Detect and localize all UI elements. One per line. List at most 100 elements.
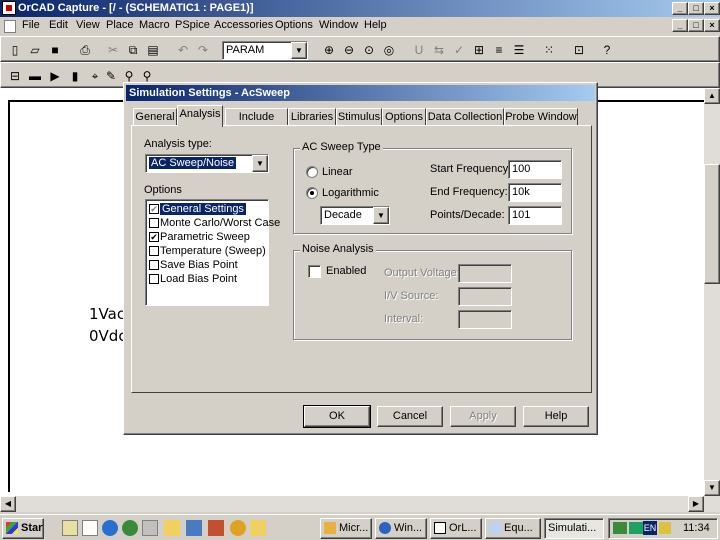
tab-libraries[interactable]: Libraries — [288, 108, 336, 126]
open-icon[interactable]: ▱ — [25, 40, 45, 60]
analysis-type-select[interactable]: AC Sweep/Noise ▼ — [145, 154, 269, 173]
tray-volume-icon[interactable] — [659, 522, 671, 534]
options-list[interactable]: ✔ General Settings Monte Carlo/Worst Cas… — [145, 199, 280, 306]
chevron-down-icon[interactable]: ▼ — [291, 42, 307, 59]
new-icon[interactable]: ▯ — [5, 40, 25, 60]
quick-launch-ie-icon[interactable] — [102, 520, 118, 536]
tab-general[interactable]: General — [133, 108, 177, 126]
scroll-up-icon[interactable]: ▲ — [704, 88, 720, 104]
back-annotate-icon[interactable]: ⇆ — [429, 40, 449, 60]
quick-launch-media-icon[interactable] — [122, 520, 138, 536]
save-icon[interactable]: ■ — [45, 40, 65, 60]
option-save-bias-point[interactable]: Save Bias Point — [148, 258, 238, 272]
scroll-right-icon[interactable]: ▶ — [688, 496, 704, 512]
output-voltage-input[interactable] — [458, 264, 512, 283]
option-monte-carlo[interactable]: Monte Carlo/Worst Case — [148, 216, 280, 230]
zoom-area-icon[interactable]: ⊙ — [359, 40, 379, 60]
menu-edit[interactable]: Edit — [49, 19, 68, 31]
noise-enabled-label[interactable]: Enabled — [326, 265, 366, 277]
zoom-all-icon[interactable]: ◎ — [379, 40, 399, 60]
run-icon[interactable]: ▶ — [45, 66, 65, 86]
close-button[interactable]: × — [704, 2, 720, 15]
cut-icon[interactable]: ✂ — [103, 40, 123, 60]
ok-button[interactable]: OK — [303, 405, 371, 428]
checkbox-empty-icon[interactable] — [149, 218, 159, 228]
task-windows[interactable]: Win... — [375, 518, 427, 539]
tray-network-icon[interactable] — [613, 522, 627, 534]
help-button[interactable]: Help — [523, 406, 589, 427]
source-ac-value[interactable]: 1Vac — [89, 305, 125, 323]
menu-view[interactable]: View — [76, 19, 100, 31]
linear-label[interactable]: Linear — [322, 166, 353, 178]
netlist-icon[interactable]: ⊞ — [469, 40, 489, 60]
bom-icon[interactable]: ☰ — [509, 40, 529, 60]
option-parametric-sweep[interactable]: ✔ Parametric Sweep — [148, 230, 250, 244]
source-dc-value[interactable]: 0Vdc — [89, 327, 127, 345]
end-frequency-input[interactable]: 10k — [508, 183, 562, 202]
document-icon[interactable] — [4, 20, 16, 33]
log-type-select[interactable]: Decade ▼ — [320, 206, 390, 225]
vertical-scroll-thumb[interactable] — [704, 164, 720, 284]
tray-app-icon[interactable] — [629, 522, 643, 534]
edit-simulation-icon[interactable]: ▬ — [25, 66, 45, 86]
checkbox-empty-icon[interactable] — [149, 274, 159, 284]
annotate-icon[interactable]: U — [409, 40, 429, 60]
snap-grid-icon[interactable]: ⁙ — [539, 40, 559, 60]
copy-icon[interactable]: ⧉ — [123, 40, 143, 60]
task-simulation-settings[interactable]: Simulati... — [544, 518, 604, 539]
voltage-marker-icon[interactable]: ✎ — [101, 66, 121, 86]
menu-file[interactable]: File — [22, 19, 40, 31]
app-title-bar[interactable]: OrCAD Capture - [/ - (SCHEMATIC1 : PAGE1… — [0, 0, 720, 17]
tab-probe-window[interactable]: Probe Window — [504, 108, 578, 126]
start-frequency-input[interactable]: 100 — [508, 160, 562, 179]
tab-stimulus[interactable]: Stimulus — [336, 108, 382, 126]
paste-icon[interactable]: ▤ — [143, 40, 163, 60]
print-icon[interactable]: ⎙ — [75, 40, 95, 60]
quick-launch-folder-icon[interactable] — [250, 520, 266, 536]
scroll-left-icon[interactable]: ◀ — [0, 496, 16, 512]
menu-accessories[interactable]: Accessories — [214, 19, 273, 31]
minimize-button[interactable]: _ — [672, 2, 688, 15]
task-equation[interactable]: Equ... — [485, 518, 541, 539]
menu-pspice[interactable]: PSpice — [175, 19, 210, 31]
undo-icon[interactable]: ↶ — [173, 40, 193, 60]
dialog-title[interactable]: Simulation Settings - AcSweep — [126, 85, 595, 101]
doc-close-button[interactable]: × — [704, 19, 720, 32]
maximize-button[interactable]: □ — [688, 2, 704, 15]
logarithmic-label[interactable]: Logarithmic — [322, 187, 379, 199]
quick-launch-tool-icon[interactable] — [208, 520, 224, 536]
interval-input[interactable] — [458, 310, 512, 329]
tab-data-collection[interactable]: Data Collection — [426, 108, 504, 126]
quick-launch-desktop-icon[interactable] — [62, 520, 78, 536]
chevron-down-icon[interactable]: ▼ — [252, 155, 268, 172]
start-button[interactable]: Start — [2, 518, 44, 539]
zoom-out-icon[interactable]: ⊖ — [339, 40, 359, 60]
apply-button[interactable]: Apply — [450, 406, 516, 427]
horizontal-scrollbar[interactable]: ◀ ▶ — [0, 496, 720, 512]
drc-icon[interactable]: ✓ — [449, 40, 469, 60]
checkbox-checked-icon[interactable]: ✔ — [149, 204, 159, 214]
redo-icon[interactable]: ↷ — [193, 40, 213, 60]
option-temperature-sweep[interactable]: Temperature (Sweep) — [148, 244, 266, 258]
tab-analysis[interactable]: Analysis — [177, 105, 223, 127]
task-orcad[interactable]: OrL... — [430, 518, 482, 539]
noise-enabled-checkbox[interactable] — [308, 265, 321, 278]
tab-options[interactable]: Options — [382, 108, 426, 126]
menu-macro[interactable]: Macro — [139, 19, 170, 31]
quick-launch-folder-icon[interactable] — [164, 520, 180, 536]
cross-ref-icon[interactable]: ≡ — [489, 40, 509, 60]
language-indicator[interactable]: EN — [643, 521, 657, 535]
points-per-decade-input[interactable]: 101 — [508, 206, 562, 225]
cancel-button[interactable]: Cancel — [377, 406, 443, 427]
probe-icon[interactable]: ▮ — [65, 66, 85, 86]
menu-place[interactable]: Place — [106, 19, 134, 31]
clock[interactable]: 11:34 — [683, 522, 710, 534]
doc-minimize-button[interactable]: _ — [672, 19, 688, 32]
iv-source-input[interactable] — [458, 287, 512, 306]
checkbox-empty-icon[interactable] — [149, 260, 159, 270]
tab-include-files[interactable]: Include Files — [225, 108, 288, 139]
orcad-app-icon[interactable] — [2, 1, 16, 15]
task-microsoft[interactable]: Micr... — [320, 518, 372, 539]
radio-logarithmic[interactable] — [306, 187, 318, 199]
menu-help[interactable]: Help — [364, 19, 387, 31]
